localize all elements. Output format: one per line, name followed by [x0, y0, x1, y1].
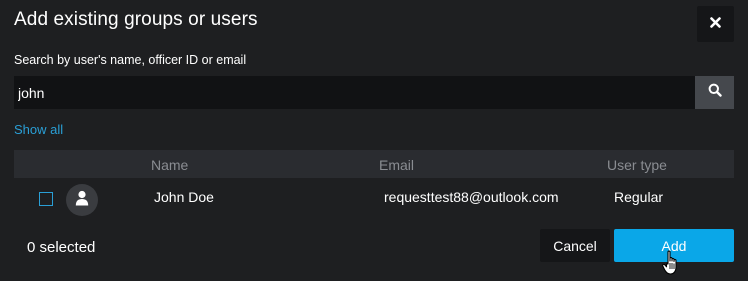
show-all-link[interactable]: Show all: [14, 122, 63, 137]
search-button[interactable]: [695, 76, 734, 109]
table-row[interactable]: John Doe requesttest88@outlook.com Regul…: [14, 178, 734, 222]
row-email: requesttest88@outlook.com: [384, 189, 559, 205]
row-name: John Doe: [154, 189, 214, 205]
hand-pointer-icon: [662, 250, 682, 276]
row-user-type: Regular: [614, 189, 664, 205]
column-header-name[interactable]: Name: [151, 157, 188, 173]
dialog-title: Add existing groups or users: [14, 9, 258, 30]
selected-count: 0 selected: [27, 239, 96, 256]
close-icon: [710, 15, 721, 33]
search-label: Search by user's name, officer ID or ema…: [14, 53, 247, 67]
column-header-email[interactable]: Email: [379, 157, 414, 173]
avatar: [66, 184, 98, 216]
table-header: Name Email User type: [14, 150, 734, 178]
column-header-user-type[interactable]: User type: [607, 157, 667, 173]
search-input[interactable]: [14, 76, 695, 109]
user-avatar-icon: [75, 190, 89, 211]
search-icon: [708, 83, 722, 102]
row-checkbox[interactable]: [39, 192, 53, 206]
close-button[interactable]: [697, 6, 734, 42]
cancel-button[interactable]: Cancel: [540, 229, 610, 262]
